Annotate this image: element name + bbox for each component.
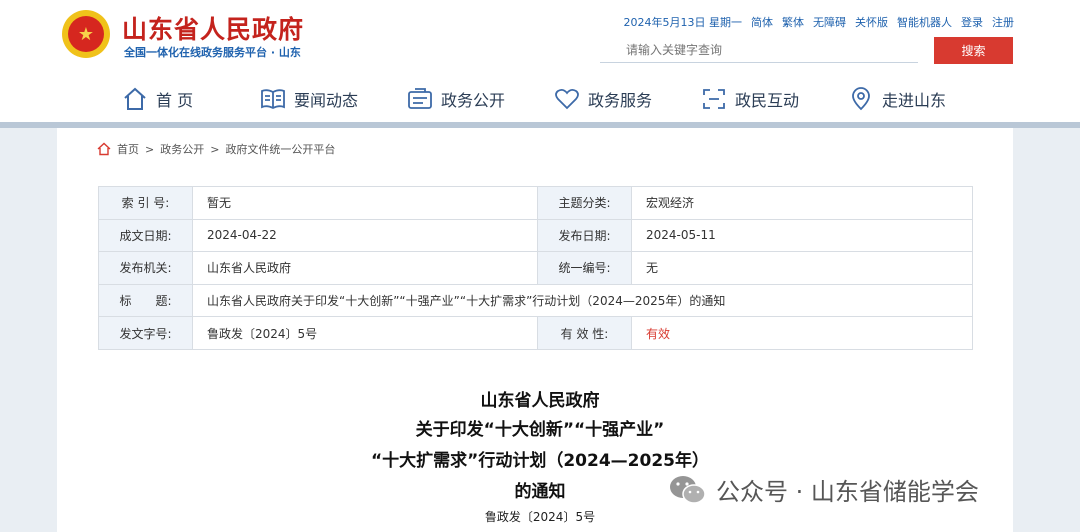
document-title-cell: 山东省人民政府关于印发“十大创新”“十强产业”“十大扩需求”行动计划（2024—…	[192, 283, 973, 318]
interaction-icon	[703, 89, 725, 109]
breadcrumb-platform[interactable]: 政府文件统一公开平台	[225, 141, 335, 157]
nav-item-interaction[interactable]: 政民互动	[701, 86, 799, 112]
search-button[interactable]: 搜索	[934, 37, 1013, 64]
national-emblem-icon: ★	[62, 10, 110, 58]
book-icon	[261, 89, 285, 110]
site-header: ★ 山东省人民政府 全国一体化在线政务服务平台 · 山东 2024年5月13日 …	[0, 0, 1080, 122]
home-icon	[124, 87, 146, 110]
document-heading-line-1: 山东省人民政府	[480, 391, 600, 411]
site-subtitle: 全国一体化在线政务服务平台 · 山东	[124, 46, 301, 59]
nav-item-news[interactable]: 要闻动态	[260, 86, 358, 112]
breadcrumb: 首页 > 政务公开 > 政府文件统一公开平台	[97, 141, 335, 157]
table-row: 成文日期: 2024-04-22 发布日期: 2024-05-11	[98, 218, 973, 253]
nav-item-services[interactable]: 政务服务	[554, 86, 652, 112]
table-row: 发文字号: 鲁政发〔2024〕5号 有 效 性: 有效	[98, 316, 973, 350]
wechat-watermark: 公众号 · 山东省储能学会	[668, 472, 979, 507]
breadcrumb-home[interactable]: 首页	[117, 141, 139, 157]
link-accessibility[interactable]: 无障碍	[813, 14, 846, 30]
link-login[interactable]: 登录	[961, 14, 983, 30]
link-traditional[interactable]: 繁体	[782, 14, 804, 30]
link-care-mode[interactable]: 关怀版	[855, 14, 888, 30]
breadcrumb-public[interactable]: 政务公开	[160, 141, 204, 157]
table-row: 索 引 号: 暂无 主题分类: 宏观经济	[98, 186, 973, 220]
table-row: 标 题: 山东省人民政府关于印发“十大创新”“十强产业”“十大扩需求”行动计划（…	[98, 283, 973, 318]
link-register[interactable]: 注册	[992, 14, 1014, 30]
link-simplified[interactable]: 简体	[751, 14, 773, 30]
breadcrumb-home-icon[interactable]	[97, 142, 111, 156]
search-input[interactable]	[600, 38, 918, 63]
validity-status: 有效	[631, 316, 973, 350]
document-heading-line-2: 关于印发“十大创新”“十强产业”	[415, 420, 665, 440]
site-title[interactable]: 山东省人民政府	[122, 10, 304, 46]
table-row: 发布机关: 山东省人民政府 统一编号: 无	[98, 251, 973, 285]
document-icon	[408, 88, 432, 109]
heart-icon	[555, 88, 579, 110]
main-nav: 首 页 要闻动态 政务公开 政务服务 政民互动 走进山东	[0, 78, 1080, 122]
nav-item-home[interactable]: 首 页	[122, 86, 193, 112]
location-icon	[852, 87, 870, 111]
link-robot[interactable]: 智能机器人	[897, 14, 952, 30]
current-date: 2024年5月13日 星期一	[623, 16, 743, 29]
document-meta-table: 索 引 号: 暂无 主题分类: 宏观经济 成文日期: 2024-04-22 发布…	[98, 186, 973, 350]
nav-item-shandong[interactable]: 走进山东	[848, 86, 946, 112]
document-heading-line-3: “十大扩需求”行动计划（2024—2025年）	[371, 451, 709, 471]
document-number: 鲁政发〔2024〕5号	[484, 510, 596, 524]
top-links: 2024年5月13日 星期一 简体 繁体 无障碍 关怀版 智能机器人 登录 注册	[624, 14, 1015, 30]
wechat-icon	[670, 475, 706, 504]
nav-item-public[interactable]: 政务公开	[407, 86, 505, 112]
